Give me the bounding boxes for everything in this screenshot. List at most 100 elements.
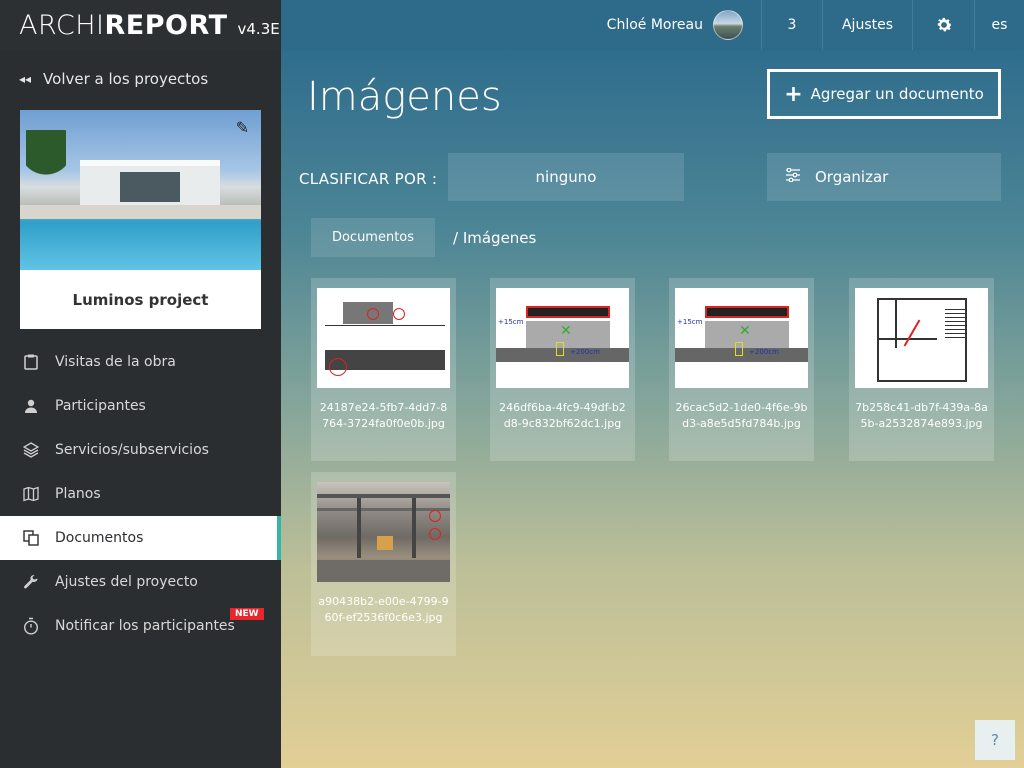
image-tile[interactable]: ✕ +15cm +200cm 246df6ba-4fc9-49df-b2d8-9… — [490, 278, 635, 461]
brand-bold: REPORT — [104, 9, 228, 41]
breadcrumb-documentos[interactable]: Documentos — [311, 218, 435, 257]
add-document-button[interactable]: + Agregar un documento — [767, 69, 1001, 119]
photo-floor — [317, 560, 450, 582]
sidebar-item-servicios[interactable]: Servicios/subservicios — [0, 428, 281, 472]
help-button[interactable]: ? — [975, 720, 1015, 760]
sort-select[interactable]: ninguno — [448, 153, 684, 201]
double-arrow-left-icon: ◂◂ — [19, 72, 32, 86]
settings-link[interactable]: Ajustes — [822, 0, 912, 50]
sliders-icon — [785, 167, 801, 186]
brand-light: ARCHI — [19, 9, 105, 41]
gear-button[interactable] — [912, 0, 974, 50]
image-tile[interactable]: 24187e24-5fb7-4dd7-8764-3724fa0f0e0b.jpg — [311, 278, 456, 461]
gear-icon — [937, 17, 952, 32]
markup-label: +200cm — [570, 348, 600, 356]
sidebar-item-label: Visitas de la obra — [55, 354, 176, 370]
image-tile[interactable]: 7b258c41-db7f-439a-8a5b-a2532874e893.jpg — [849, 278, 994, 461]
sidebar-item-label: Participantes — [55, 398, 146, 414]
image-thumbnail: ✕ +15cm +200cm — [675, 288, 808, 388]
main-content: Imágenes + Agregar un documento CLASIFIC… — [281, 50, 1024, 768]
file-name: 26cac5d2-1de0-4f6e-9bd3-a8e5d5fd784b.jpg — [675, 401, 808, 430]
map-icon — [22, 485, 40, 503]
language-switch[interactable]: es — [974, 0, 1024, 50]
project-name: Luminos project — [72, 290, 209, 309]
layers-icon — [22, 441, 40, 459]
markup-box — [556, 342, 564, 356]
sidebar-item-visitas[interactable]: Visitas de la obra — [0, 340, 281, 384]
sidebar-item-label: Ajustes del proyecto — [55, 574, 198, 590]
clipboard-icon — [22, 353, 40, 371]
organize-label: Organizar — [815, 168, 889, 186]
photo-object — [377, 536, 393, 550]
breadcrumb-current: / Imágenes — [453, 229, 537, 247]
new-badge: NEW — [230, 608, 264, 620]
notification-count: 3 — [787, 17, 797, 33]
sidebar-item-notificar[interactable]: Notificar los participantes NEW — [0, 604, 281, 648]
image-thumbnail — [317, 482, 450, 582]
sidebar-item-label: Notificar los participantes — [55, 618, 235, 634]
sidebar-item-participantes[interactable]: Participantes — [0, 384, 281, 428]
markup-label: +15cm — [677, 318, 703, 326]
sidebar-item-label: Documentos — [55, 530, 144, 546]
person-icon — [22, 397, 40, 415]
markup-label: +15cm — [498, 318, 524, 326]
markup-circle — [429, 528, 441, 540]
markup-cross: ✕ — [560, 323, 572, 339]
sidebar: ◂◂ Volver a los proyectos ✎ Luminos proj… — [0, 50, 281, 768]
organize-button[interactable]: Organizar — [767, 153, 1001, 201]
image-thumbnail — [317, 288, 450, 388]
avatar — [713, 10, 743, 40]
notification-count-button[interactable]: 3 — [761, 0, 822, 50]
breadcrumb-root-label: Documentos — [331, 230, 415, 245]
sort-value: ninguno — [535, 168, 597, 186]
project-card[interactable]: ✎ Luminos project — [20, 110, 261, 329]
help-label: ? — [991, 731, 999, 749]
language-label: es — [991, 17, 1008, 33]
sidebar-item-label: Planos — [55, 486, 101, 502]
brand-logo: ARCHI REPORT v4.3E — [0, 0, 281, 50]
markup-circle — [393, 308, 405, 320]
plus-icon: + — [784, 81, 803, 107]
drawing-roof — [526, 306, 610, 318]
markup-box — [735, 342, 743, 356]
image-thumbnail — [855, 288, 988, 388]
pencil-icon[interactable]: ✎ — [236, 118, 249, 137]
stopwatch-icon — [22, 617, 40, 635]
image-tile[interactable]: a90438b2-e00e-4799-960f-ef2536f0c6e3.jpg — [311, 472, 456, 656]
house-window-shape — [120, 172, 180, 202]
sidebar-item-label: Servicios/subservicios — [55, 442, 209, 458]
file-name: 24187e24-5fb7-4dd7-8764-3724fa0f0e0b.jpg — [319, 401, 448, 430]
photo-post — [357, 498, 361, 558]
user-name: Chloé Moreau — [606, 17, 703, 33]
markup-label: +200cm — [749, 348, 779, 356]
drawing-stairs — [945, 308, 965, 338]
sidebar-nav: Visitas de la obra Participantes Servici… — [0, 340, 281, 648]
wrench-icon — [22, 573, 40, 591]
markup-circle — [429, 510, 441, 522]
user-menu[interactable]: Chloé Moreau — [587, 0, 761, 50]
pool-deck-shape — [20, 205, 261, 219]
top-bar: ARCHI REPORT v4.3E Chloé Moreau 3 Ajuste… — [0, 0, 1024, 50]
page-title: Imágenes — [307, 74, 502, 120]
project-photo: ✎ — [20, 110, 261, 270]
markup-circle — [367, 308, 379, 320]
file-name: 7b258c41-db7f-439a-8a5b-a2532874e893.jpg — [855, 401, 988, 430]
sidebar-item-documentos[interactable]: Documentos — [0, 516, 281, 560]
back-to-projects-link[interactable]: ◂◂ Volver a los proyectos — [19, 70, 208, 88]
sidebar-item-planos[interactable]: Planos — [0, 472, 281, 516]
sidebar-item-ajustes-proyecto[interactable]: Ajustes del proyecto — [0, 560, 281, 604]
app-version: v4.3E — [237, 20, 280, 38]
documents-icon — [22, 529, 40, 547]
add-document-label: Agregar un documento — [810, 85, 984, 103]
photo-beam — [317, 494, 450, 498]
drawing-wall — [895, 298, 897, 348]
sort-label: CLASIFICAR POR : — [299, 170, 438, 188]
photo-post — [412, 498, 416, 558]
file-name: a90438b2-e00e-4799-960f-ef2536f0c6e3.jpg — [318, 595, 449, 624]
drawing-roof — [705, 306, 789, 318]
markup-circle — [329, 358, 347, 376]
back-label: Volver a los proyectos — [43, 70, 209, 88]
image-tile[interactable]: ✕ +15cm +200cm 26cac5d2-1de0-4f6e-9bd3-a… — [669, 278, 814, 461]
file-name: 246df6ba-4fc9-49df-b2d8-9c832bf62dc1.jpg — [499, 401, 626, 430]
markup-cross: ✕ — [739, 323, 751, 339]
